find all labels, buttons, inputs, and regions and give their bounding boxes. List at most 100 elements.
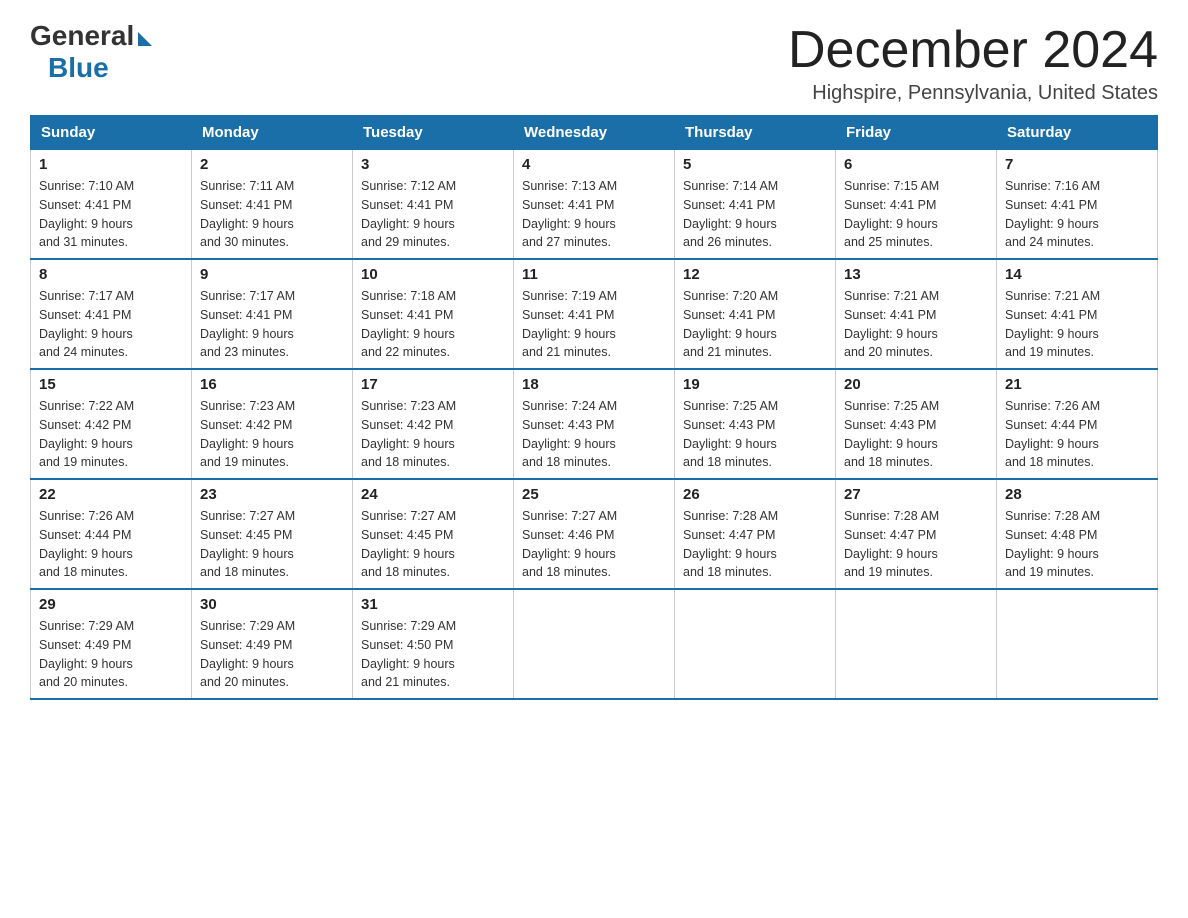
table-row bbox=[514, 589, 675, 699]
day-number: 25 bbox=[522, 486, 666, 503]
calendar-week-row: 22 Sunrise: 7:26 AMSunset: 4:44 PMDayligh… bbox=[31, 479, 1158, 589]
table-row: 29 Sunrise: 7:29 AMSunset: 4:49 PMDayligh… bbox=[31, 589, 192, 699]
header-monday: Monday bbox=[192, 116, 353, 150]
day-info: Sunrise: 7:20 AMSunset: 4:41 PMDaylight:… bbox=[683, 287, 827, 362]
day-info: Sunrise: 7:15 AMSunset: 4:41 PMDaylight:… bbox=[844, 177, 988, 252]
day-info: Sunrise: 7:12 AMSunset: 4:41 PMDaylight:… bbox=[361, 177, 505, 252]
table-row: 9 Sunrise: 7:17 AMSunset: 4:41 PMDaylight… bbox=[192, 259, 353, 369]
table-row: 27 Sunrise: 7:28 AMSunset: 4:47 PMDayligh… bbox=[836, 479, 997, 589]
location-subtitle: Highspire, Pennsylvania, United States bbox=[788, 82, 1158, 105]
day-number: 3 bbox=[361, 156, 505, 173]
calendar-week-row: 1Sunrise: 7:10 AMSunset: 4:41 PMDaylight… bbox=[31, 150, 1158, 260]
day-number: 14 bbox=[1005, 266, 1149, 283]
day-info: Sunrise: 7:17 AMSunset: 4:41 PMDaylight:… bbox=[39, 287, 183, 362]
table-row: 8 Sunrise: 7:17 AMSunset: 4:41 PMDaylight… bbox=[31, 259, 192, 369]
table-row: 17 Sunrise: 7:23 AMSunset: 4:42 PMDayligh… bbox=[353, 369, 514, 479]
table-row: 28 Sunrise: 7:28 AMSunset: 4:48 PMDayligh… bbox=[997, 479, 1158, 589]
day-info: Sunrise: 7:27 AMSunset: 4:46 PMDaylight:… bbox=[522, 507, 666, 582]
day-number: 20 bbox=[844, 376, 988, 393]
day-number: 30 bbox=[200, 596, 344, 613]
table-row: 30Sunrise: 7:29 AMSunset: 4:49 PMDayligh… bbox=[192, 589, 353, 699]
day-number: 10 bbox=[361, 266, 505, 283]
day-info: Sunrise: 7:18 AMSunset: 4:41 PMDaylight:… bbox=[361, 287, 505, 362]
table-row: 22 Sunrise: 7:26 AMSunset: 4:44 PMDayligh… bbox=[31, 479, 192, 589]
day-info: Sunrise: 7:13 AMSunset: 4:41 PMDaylight:… bbox=[522, 177, 666, 252]
day-number: 31 bbox=[361, 596, 505, 613]
calendar: Sunday Monday Tuesday Wednesday Thursday… bbox=[30, 115, 1158, 700]
table-row: 10 Sunrise: 7:18 AMSunset: 4:41 PMDayligh… bbox=[353, 259, 514, 369]
day-info: Sunrise: 7:23 AMSunset: 4:42 PMDaylight:… bbox=[200, 397, 344, 472]
header-friday: Friday bbox=[836, 116, 997, 150]
table-row: 7Sunrise: 7:16 AMSunset: 4:41 PMDaylight… bbox=[997, 150, 1158, 260]
table-row: 13Sunrise: 7:21 AMSunset: 4:41 PMDayligh… bbox=[836, 259, 997, 369]
table-row: 24 Sunrise: 7:27 AMSunset: 4:45 PMDayligh… bbox=[353, 479, 514, 589]
day-info: Sunrise: 7:26 AMSunset: 4:44 PMDaylight:… bbox=[39, 507, 183, 582]
day-info: Sunrise: 7:27 AMSunset: 4:45 PMDaylight:… bbox=[200, 507, 344, 582]
day-info: Sunrise: 7:16 AMSunset: 4:41 PMDaylight:… bbox=[1005, 177, 1149, 252]
calendar-header-row: Sunday Monday Tuesday Wednesday Thursday… bbox=[31, 116, 1158, 150]
day-number: 18 bbox=[522, 376, 666, 393]
day-number: 23 bbox=[200, 486, 344, 503]
table-row: 3 Sunrise: 7:12 AMSunset: 4:41 PMDaylight… bbox=[353, 150, 514, 260]
table-row: 23 Sunrise: 7:27 AMSunset: 4:45 PMDayligh… bbox=[192, 479, 353, 589]
table-row: 21 Sunrise: 7:26 AMSunset: 4:44 PMDayligh… bbox=[997, 369, 1158, 479]
day-number: 2 bbox=[200, 156, 344, 173]
day-number: 15 bbox=[39, 376, 183, 393]
day-number: 12 bbox=[683, 266, 827, 283]
day-info: Sunrise: 7:28 AMSunset: 4:47 PMDaylight:… bbox=[844, 507, 988, 582]
day-info: Sunrise: 7:17 AMSunset: 4:41 PMDaylight:… bbox=[200, 287, 344, 362]
header-thursday: Thursday bbox=[675, 116, 836, 150]
day-number: 1 bbox=[39, 156, 183, 173]
logo-blue-text: Blue bbox=[48, 52, 109, 84]
day-number: 24 bbox=[361, 486, 505, 503]
table-row: 26 Sunrise: 7:28 AMSunset: 4:47 PMDayligh… bbox=[675, 479, 836, 589]
day-info: Sunrise: 7:26 AMSunset: 4:44 PMDaylight:… bbox=[1005, 397, 1149, 472]
day-info: Sunrise: 7:25 AMSunset: 4:43 PMDaylight:… bbox=[683, 397, 827, 472]
header-tuesday: Tuesday bbox=[353, 116, 514, 150]
day-number: 26 bbox=[683, 486, 827, 503]
day-info: Sunrise: 7:21 AMSunset: 4:41 PMDaylight:… bbox=[1005, 287, 1149, 362]
table-row: 4Sunrise: 7:13 AMSunset: 4:41 PMDaylight… bbox=[514, 150, 675, 260]
month-title: December 2024 bbox=[788, 20, 1158, 80]
day-number: 17 bbox=[361, 376, 505, 393]
day-number: 22 bbox=[39, 486, 183, 503]
header-saturday: Saturday bbox=[997, 116, 1158, 150]
table-row bbox=[836, 589, 997, 699]
logo-general-text: General bbox=[30, 20, 134, 52]
day-number: 27 bbox=[844, 486, 988, 503]
day-info: Sunrise: 7:11 AMSunset: 4:41 PMDaylight:… bbox=[200, 177, 344, 252]
calendar-week-row: 8 Sunrise: 7:17 AMSunset: 4:41 PMDaylight… bbox=[31, 259, 1158, 369]
day-number: 8 bbox=[39, 266, 183, 283]
table-row: 6 Sunrise: 7:15 AMSunset: 4:41 PMDaylight… bbox=[836, 150, 997, 260]
table-row: 11Sunrise: 7:19 AMSunset: 4:41 PMDayligh… bbox=[514, 259, 675, 369]
day-info: Sunrise: 7:14 AMSunset: 4:41 PMDaylight:… bbox=[683, 177, 827, 252]
table-row: 5Sunrise: 7:14 AMSunset: 4:41 PMDaylight… bbox=[675, 150, 836, 260]
day-info: Sunrise: 7:28 AMSunset: 4:47 PMDaylight:… bbox=[683, 507, 827, 582]
logo: General Blue bbox=[30, 20, 152, 84]
day-info: Sunrise: 7:23 AMSunset: 4:42 PMDaylight:… bbox=[361, 397, 505, 472]
day-info: Sunrise: 7:27 AMSunset: 4:45 PMDaylight:… bbox=[361, 507, 505, 582]
day-info: Sunrise: 7:21 AMSunset: 4:41 PMDaylight:… bbox=[844, 287, 988, 362]
day-number: 21 bbox=[1005, 376, 1149, 393]
day-info: Sunrise: 7:29 AMSunset: 4:49 PMDaylight:… bbox=[39, 617, 183, 692]
day-number: 28 bbox=[1005, 486, 1149, 503]
calendar-week-row: 29 Sunrise: 7:29 AMSunset: 4:49 PMDayligh… bbox=[31, 589, 1158, 699]
day-number: 6 bbox=[844, 156, 988, 173]
day-number: 11 bbox=[522, 266, 666, 283]
table-row: 31 Sunrise: 7:29 AMSunset: 4:50 PMDayligh… bbox=[353, 589, 514, 699]
header-sunday: Sunday bbox=[31, 116, 192, 150]
table-row: 15 Sunrise: 7:22 AMSunset: 4:42 PMDayligh… bbox=[31, 369, 192, 479]
day-info: Sunrise: 7:25 AMSunset: 4:43 PMDaylight:… bbox=[844, 397, 988, 472]
table-row: 14 Sunrise: 7:21 AMSunset: 4:41 PMDayligh… bbox=[997, 259, 1158, 369]
day-number: 9 bbox=[200, 266, 344, 283]
table-row: 25 Sunrise: 7:27 AMSunset: 4:46 PMDayligh… bbox=[514, 479, 675, 589]
calendar-week-row: 15 Sunrise: 7:22 AMSunset: 4:42 PMDayligh… bbox=[31, 369, 1158, 479]
day-number: 29 bbox=[39, 596, 183, 613]
day-info: Sunrise: 7:22 AMSunset: 4:42 PMDaylight:… bbox=[39, 397, 183, 472]
day-number: 16 bbox=[200, 376, 344, 393]
day-info: Sunrise: 7:28 AMSunset: 4:48 PMDaylight:… bbox=[1005, 507, 1149, 582]
table-row: 20 Sunrise: 7:25 AMSunset: 4:43 PMDayligh… bbox=[836, 369, 997, 479]
header: General Blue December 2024 Highspire, Pe… bbox=[30, 20, 1158, 105]
table-row bbox=[675, 589, 836, 699]
day-info: Sunrise: 7:29 AMSunset: 4:50 PMDaylight:… bbox=[361, 617, 505, 692]
